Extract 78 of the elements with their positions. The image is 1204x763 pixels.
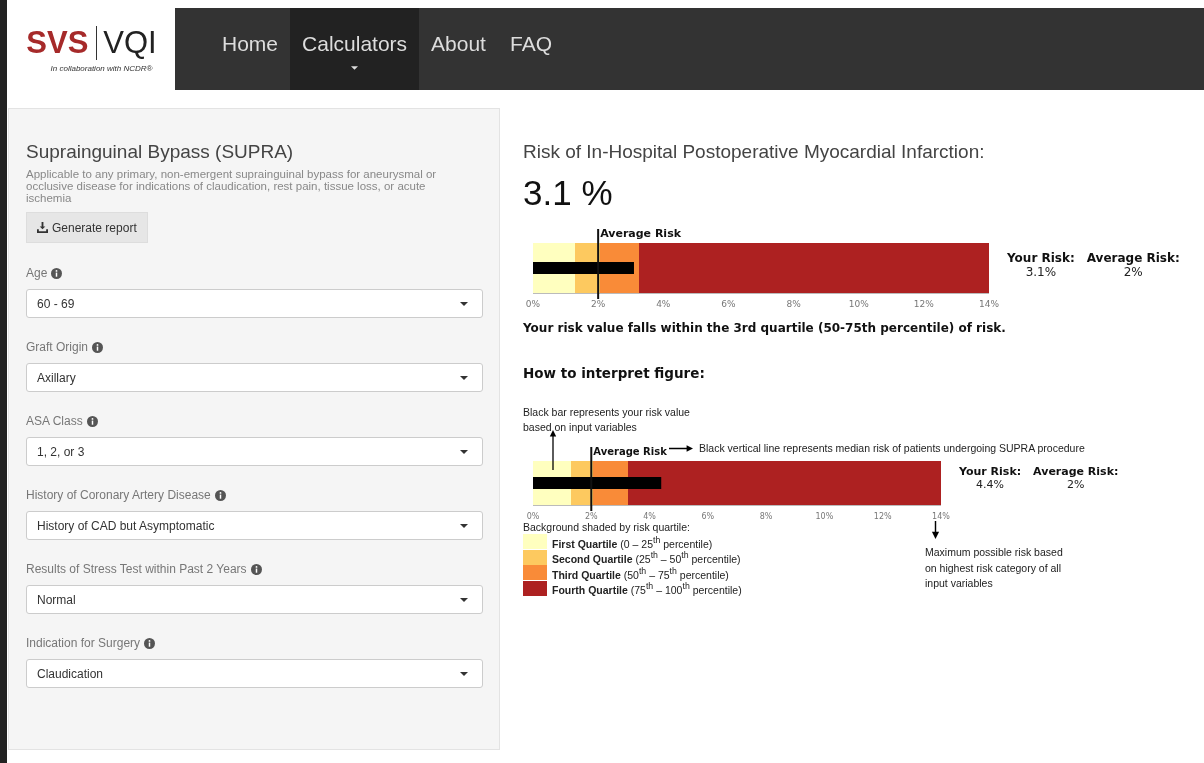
info-icon[interactable] [51, 267, 63, 279]
field-label: ASA Class [26, 414, 83, 428]
your-risk-value: 3.1% [1025, 265, 1057, 279]
select-field[interactable]: History of CAD but Asymptomatic [26, 511, 483, 540]
risk-value: 3.1 % [523, 173, 614, 213]
tick-label: 12% [913, 299, 934, 309]
nav-link[interactable]: Home [210, 8, 291, 90]
select-field[interactable]: 1, 2, or 3 [26, 437, 483, 466]
legend-label: First Quartile (0 – 25$^{th}$ percentile) [552, 534, 713, 549]
select-field[interactable]: Axillary [26, 363, 483, 392]
tick-label: 2% [591, 299, 606, 309]
field-label: Results of Stress Test within Past 2 Years [26, 562, 247, 576]
average-risk-label: Average Risk [593, 446, 667, 457]
tick-label: 6% [701, 512, 715, 521]
your-risk-value: 4.4% [976, 478, 1005, 491]
field-label: Indication for Surgery [26, 636, 141, 650]
tick-label: 0% [526, 512, 540, 521]
info-icon[interactable] [86, 415, 98, 427]
legend-label: Second Quartile (25$^{th}$ – 50$^{th}$ percentile) [552, 550, 741, 565]
average-risk-value: 2% [1123, 265, 1143, 279]
your-risk-label: Your Risk: [959, 465, 1022, 478]
caret-icon [460, 597, 468, 602]
info-icon[interactable] [92, 341, 103, 353]
average-risk-label: Average Risk: [1033, 465, 1119, 478]
field-label: Age [26, 266, 48, 280]
average-line [590, 446, 593, 512]
logo-tagline: In collaboration with NCDR® [50, 64, 153, 73]
download-icon [37, 222, 48, 233]
logo-brand: SVS [26, 26, 98, 60]
average-line [597, 228, 600, 300]
tick-label: 14% [979, 299, 999, 309]
caret-icon [460, 301, 468, 306]
form-description: Applicable to any primary, non-emergent suprainguinal bypass for aneurysmal or occlusive disease for indications of claudication, rest pain, tissue loss, or acute ischemia [26, 168, 438, 204]
info-icon[interactable] [144, 637, 156, 649]
legend-label: Fourth Quartile (75$^{th}$ – 100$^{th}$ percentile) [552, 581, 742, 596]
logo-product: VQI [102, 25, 157, 61]
tick-label: 10% [848, 299, 869, 309]
arrow-icon [931, 521, 940, 539]
risk-summary: Your risk value falls within the 3rd quartile (50-75th percentile) of risk. [523, 321, 1007, 335]
form-title: Suprainguinal Bypass (SUPRA) [26, 141, 295, 163]
result-heading: Risk of In-Hospital Postoperative Myocardial Infarction: [523, 141, 986, 163]
average-risk-value: 2% [1067, 478, 1085, 491]
generate-report-button[interactable]: Generate report [26, 212, 148, 243]
average-risk-label: Average Risk [600, 227, 681, 240]
nav-link[interactable]: About [419, 8, 498, 90]
caret-icon [460, 375, 468, 380]
tick-label: 6% [721, 299, 736, 309]
field-label: Graft Origin [26, 340, 88, 354]
tick-label: 10% [815, 512, 834, 521]
average-risk-label: Average Risk: [1086, 251, 1180, 265]
tick-label: 4% [643, 512, 656, 521]
line-note: Black vertical line represents median risk of patients undergoing SUPRA procedure [699, 442, 1085, 454]
nav-link[interactable]: FAQ [497, 8, 564, 90]
caret-icon [460, 449, 468, 454]
info-icon[interactable] [214, 489, 226, 501]
caret-icon [460, 671, 468, 676]
tick-label: 4% [656, 299, 671, 309]
legend-title: Background shaded by risk quartile: [523, 521, 691, 533]
select-field[interactable]: Claudication [26, 659, 483, 688]
info-icon[interactable] [250, 563, 262, 575]
tick-label: 8% [759, 512, 773, 521]
tick-label: 2% [584, 512, 598, 521]
tick-label: 8% [786, 299, 801, 309]
nav-link[interactable]: Calculators [290, 8, 420, 90]
tick-label: 14% [932, 512, 950, 521]
your-risk-label: Your Risk: [1007, 251, 1075, 265]
tick-label: 0% [525, 299, 541, 309]
field-label: History of Coronary Artery Disease [26, 488, 211, 502]
logo[interactable]: SVS VQI In collaboration with NCDR® [8, 8, 175, 90]
bar-note: Black bar represents your risk value based on input variables [523, 405, 691, 435]
max-note: Maximum possible risk based on highest risk category of all input variables [925, 545, 1064, 591]
caret-icon [460, 523, 468, 528]
select-field[interactable]: 60 - 69 [26, 289, 483, 318]
interpret-heading: How to interpret figure: [523, 365, 706, 381]
select-field[interactable]: Normal [26, 585, 483, 614]
tick-label: 12% [873, 512, 892, 521]
legend-label: Third Quartile (50$^{th}$ – 75$^{th}$ percentile) [552, 565, 729, 580]
arrow-icon [669, 443, 693, 453]
